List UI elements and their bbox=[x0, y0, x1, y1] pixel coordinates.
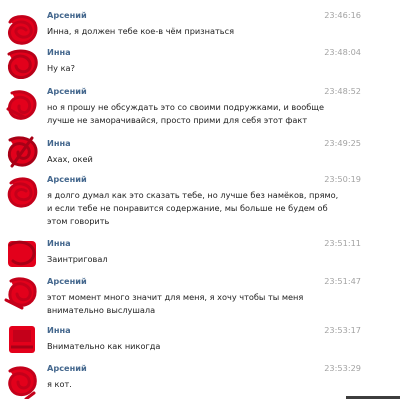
message-sender[interactable]: Инна bbox=[47, 238, 71, 249]
message-text: Ну ка? bbox=[47, 62, 362, 75]
redacted-avatar-icon[interactable] bbox=[4, 274, 40, 310]
message-line: лучше не заморачивайся, просто прими для… bbox=[47, 115, 308, 125]
message-text: но я прошу не обсуждать это со своими по… bbox=[47, 101, 362, 127]
message-line: Ахах, окей bbox=[47, 154, 93, 164]
chat-history: Арсений 23:46:16 Инна, я должен тебе кое… bbox=[0, 0, 400, 400]
message-time: 23:50:19 bbox=[324, 174, 361, 184]
message-text: я кот. bbox=[47, 378, 362, 391]
message-time: 23:49:25 bbox=[324, 138, 361, 148]
message-time: 23:53:17 bbox=[324, 325, 361, 335]
divider bbox=[346, 396, 400, 399]
message-line: я кот. bbox=[47, 379, 72, 389]
redacted-avatar-icon[interactable] bbox=[4, 87, 40, 123]
redacted-avatar-icon[interactable] bbox=[4, 46, 40, 82]
message-text: Инна, я должен тебе кое-в чём признаться bbox=[47, 25, 362, 38]
message-line: и если тебе не понравится содержание, мы… bbox=[47, 203, 328, 213]
message-line: Ну ка? bbox=[47, 63, 75, 73]
message-time: 23:51:47 bbox=[324, 276, 361, 286]
message-sender[interactable]: Инна bbox=[47, 325, 71, 336]
message-time: 23:48:04 bbox=[324, 47, 361, 57]
message-text: Ахах, окей bbox=[47, 153, 362, 166]
message-line: Внимательно как никогда bbox=[47, 341, 161, 351]
message-text: Заинтриговал bbox=[47, 253, 362, 266]
redacted-avatar-icon[interactable] bbox=[4, 134, 40, 170]
message-text: я долго думал как это сказать тебе, но л… bbox=[47, 189, 362, 228]
message-line: этом говорить bbox=[47, 216, 110, 226]
message-line: я долго думал как это сказать тебе, но л… bbox=[47, 190, 339, 200]
message-line: но я прошу не обсуждать это со своими по… bbox=[47, 102, 325, 112]
message-time: 23:46:16 bbox=[324, 10, 361, 20]
message-sender[interactable]: Арсений bbox=[47, 10, 87, 21]
redacted-avatar-icon[interactable] bbox=[4, 363, 40, 399]
message-sender[interactable]: Арсений bbox=[47, 86, 87, 97]
message-time: 23:53:29 bbox=[324, 363, 361, 373]
message-line: Инна, я должен тебе кое-в чём признаться bbox=[47, 26, 234, 36]
message-time: 23:51:11 bbox=[324, 238, 361, 248]
message-text: этот момент много значит для меня, я хоч… bbox=[47, 291, 362, 317]
message-sender[interactable]: Арсений bbox=[47, 276, 87, 287]
message-text: Внимательно как никогда bbox=[47, 340, 362, 353]
message-line: внимательно выслушала bbox=[47, 305, 156, 315]
message-line: этот момент много значит для меня, я хоч… bbox=[47, 292, 304, 302]
redacted-avatar-icon[interactable] bbox=[4, 174, 40, 210]
message-sender[interactable]: Инна bbox=[47, 47, 71, 58]
redacted-avatar-icon[interactable] bbox=[4, 235, 40, 271]
message-sender[interactable]: Инна bbox=[47, 138, 71, 149]
message-sender[interactable]: Арсений bbox=[47, 363, 87, 374]
message-sender[interactable]: Арсений bbox=[47, 174, 87, 185]
message-time: 23:48:52 bbox=[324, 86, 361, 96]
redacted-avatar-icon[interactable] bbox=[4, 321, 40, 357]
redacted-avatar-icon[interactable] bbox=[4, 12, 40, 48]
message-line: Заинтриговал bbox=[47, 254, 108, 264]
